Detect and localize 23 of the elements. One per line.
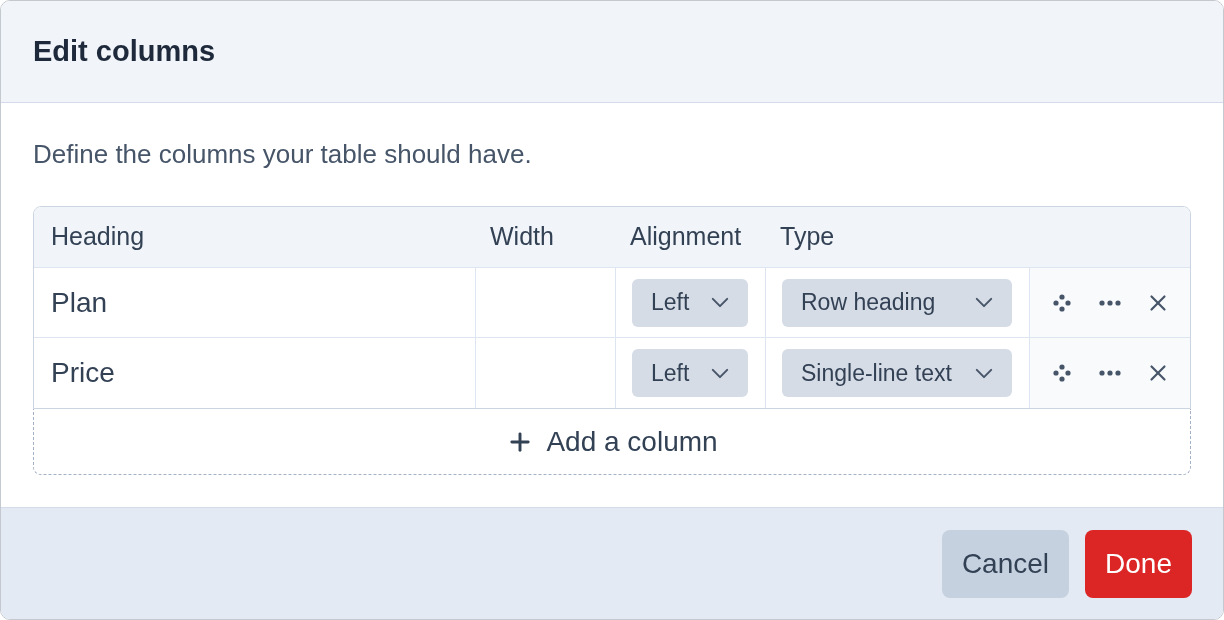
done-button[interactable]: Done [1085, 529, 1192, 598]
chevron-down-icon [711, 367, 729, 379]
type-select[interactable]: Single-line text [782, 349, 1012, 397]
alignment-select[interactable]: Left [632, 278, 748, 327]
ellipsis-icon [1099, 299, 1121, 306]
ellipsis-icon [1099, 370, 1121, 376]
alignment-select[interactable]: Left [632, 349, 748, 397]
chevron-down-icon [975, 297, 993, 308]
column-header: Width [490, 221, 554, 253]
dialog-title: Edit columns [33, 33, 216, 69]
drag-handle-icon [1053, 293, 1071, 312]
drag-handle-icon [1053, 364, 1071, 382]
column-header: Alignment [630, 221, 742, 253]
chevron-down-icon [975, 367, 993, 379]
dialog-description: Define the columns your table should have. [33, 139, 533, 170]
column-header: Heading [51, 221, 145, 253]
chevron-down-icon [711, 297, 729, 308]
add-column-button[interactable]: Add a column [33, 409, 1191, 475]
heading-field[interactable]: Plan [34, 268, 475, 337]
type-select[interactable]: Row heading [782, 278, 1012, 327]
column-header: Type [780, 221, 835, 253]
cancel-button[interactable]: Cancel [941, 529, 1070, 598]
heading-field[interactable]: Price [34, 338, 475, 408]
